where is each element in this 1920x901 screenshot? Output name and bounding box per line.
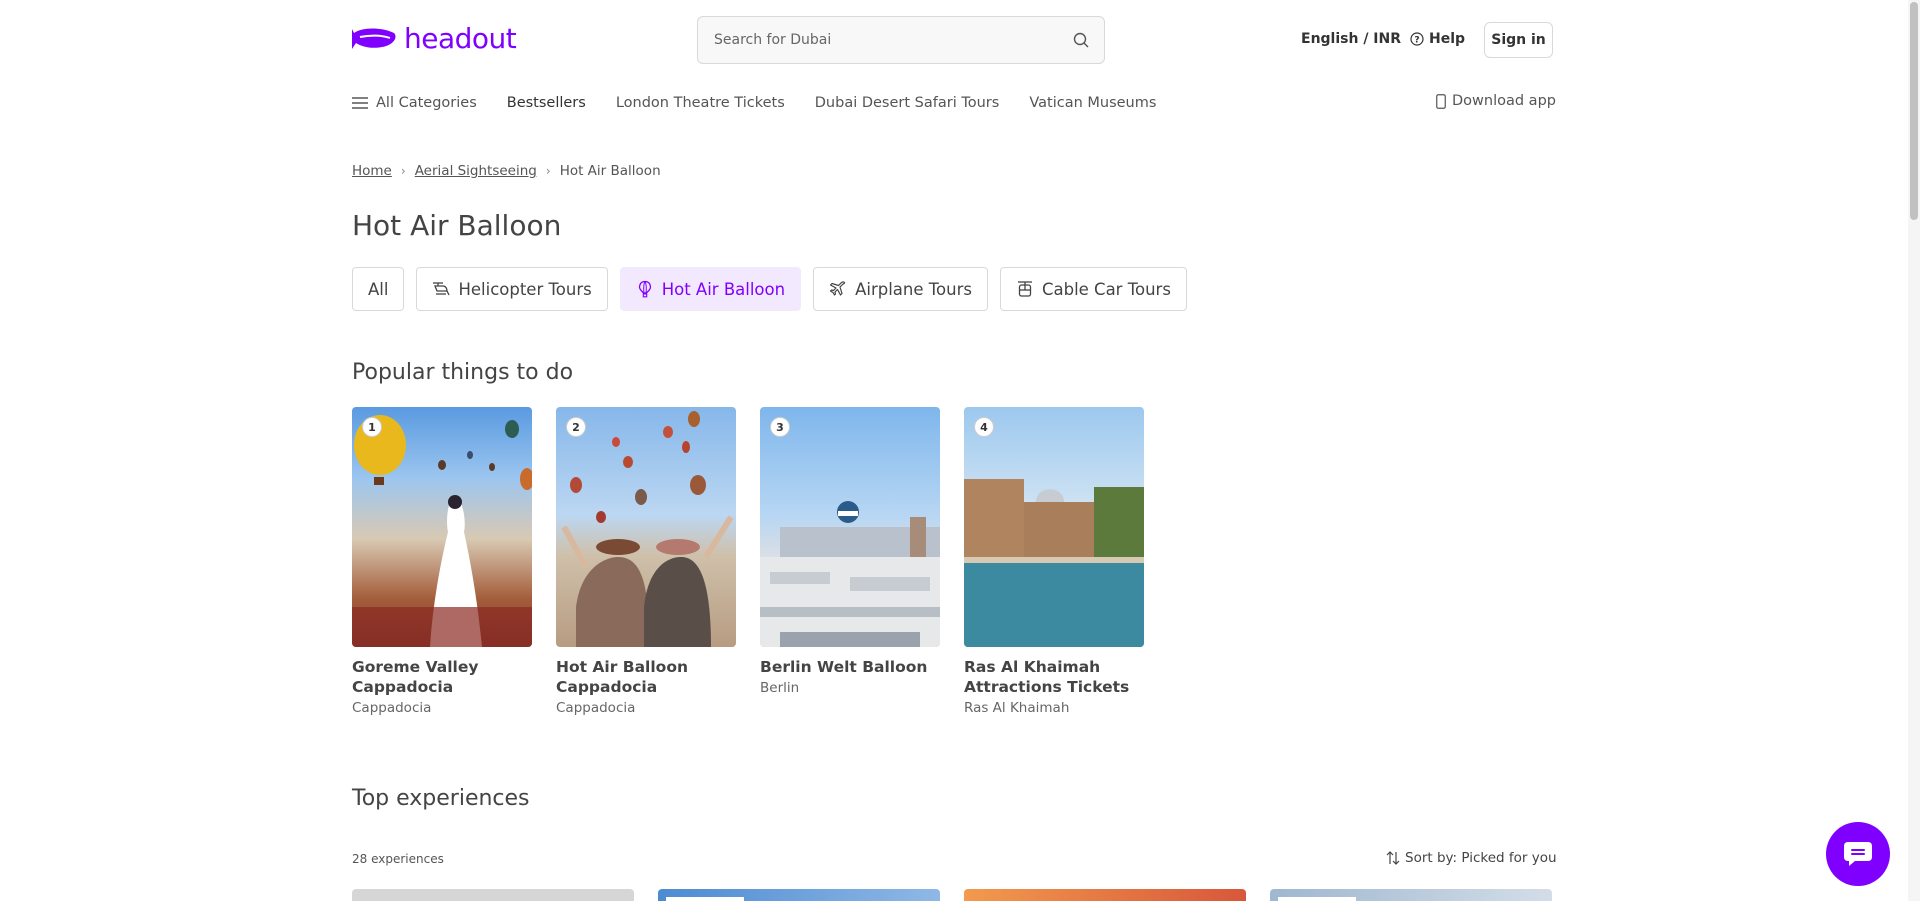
chat-icon (1844, 842, 1872, 866)
nav-item-london-theatre[interactable]: London Theatre Tickets (616, 95, 785, 111)
breadcrumb-home[interactable]: Home (352, 163, 392, 179)
popular-card[interactable]: 3 Berlin Welt Balloon Berlin (760, 407, 940, 716)
sign-in-button[interactable]: Sign in (1484, 22, 1553, 58)
chevron-right-icon: › (545, 164, 551, 178)
sort-icon (1386, 851, 1400, 865)
experience-card-image[interactable] (964, 889, 1246, 901)
nav-item-all-categories[interactable]: All Categories (352, 95, 477, 111)
card-image[interactable]: 3 (760, 407, 940, 647)
chip-airplane-tours[interactable]: Airplane Tours (813, 267, 988, 311)
card-image[interactable]: 4 (964, 407, 1144, 647)
rank-badge: 3 (770, 417, 790, 437)
card-title[interactable]: Hot Air Balloon Cappadocia (556, 657, 736, 697)
breadcrumb-aerial-sightseeing[interactable]: Aerial Sightseeing (415, 163, 537, 179)
card-image[interactable]: 2 (556, 407, 736, 647)
card-location: Cappadocia (556, 700, 636, 716)
nav-item-dubai-desert-safari[interactable]: Dubai Desert Safari Tours (815, 95, 1000, 111)
chip-all[interactable]: All (352, 267, 405, 311)
category-chips: All Helicopter Tours Hot Air Balloon Air… (352, 267, 1187, 311)
cappadocia-photo (352, 415, 532, 647)
chip-cable-car-tours[interactable]: Cable Car Tours (999, 267, 1187, 311)
download-app-link[interactable]: Download app (1436, 93, 1556, 109)
couple-balloons-photo (561, 411, 734, 647)
menu-icon (352, 97, 368, 109)
search-icon[interactable] (1072, 31, 1090, 49)
scrollbar-thumb[interactable] (1910, 2, 1918, 220)
rank-badge: 1 (362, 417, 382, 437)
sort-label: Sort by: Picked for you (1405, 850, 1557, 866)
help-icon: ? (1410, 32, 1424, 46)
cable-car-icon (1017, 281, 1032, 297)
card-image[interactable]: 1 (352, 407, 532, 647)
download-app-label: Download app (1452, 93, 1556, 109)
nav-item-bestsellers[interactable]: Bestsellers (507, 95, 586, 111)
page-title: Hot Air Balloon (352, 209, 562, 242)
chip-label: Cable Car Tours (1041, 279, 1171, 299)
balloon-icon (638, 280, 651, 298)
language-currency-selector[interactable]: English / INR (1301, 31, 1401, 47)
search-bar[interactable] (697, 16, 1105, 64)
card-location: Ras Al Khaimah (964, 700, 1070, 716)
chip-helicopter-tours[interactable]: Helicopter Tours (416, 267, 608, 311)
chip-hot-air-balloon[interactable]: Hot Air Balloon (619, 267, 802, 311)
nav-item-label: All Categories (376, 95, 477, 111)
popular-cards: 1 Goreme Valley Cappadocia Cappadocia 2 … (352, 407, 1144, 716)
helicopter-icon (433, 282, 451, 296)
chevron-right-icon: › (400, 164, 406, 178)
experience-card-image[interactable] (658, 889, 940, 901)
sort-dropdown[interactable]: Sort by: Picked for you (1386, 850, 1557, 866)
berlin-balloon-photo (760, 501, 940, 647)
breadcrumb-current: Hot Air Balloon (559, 163, 661, 179)
headout-logo[interactable]: headout (352, 22, 517, 55)
card-title[interactable]: Goreme Valley Cappadocia (352, 657, 532, 697)
chip-label: Helicopter Tours (458, 279, 592, 299)
phone-icon (1436, 93, 1446, 109)
blimp-logo-icon (352, 28, 396, 49)
experience-card-image[interactable] (352, 889, 634, 901)
experience-count: 28 experiences (352, 852, 444, 866)
popular-card[interactable]: 1 Goreme Valley Cappadocia Cappadocia (352, 407, 532, 716)
search-input[interactable] (714, 32, 1072, 48)
popular-card[interactable]: 4 Ras Al Khaimah Attractions Tickets Ras… (964, 407, 1144, 716)
ras-al-khaimah-photo (964, 479, 1144, 647)
card-title[interactable]: Berlin Welt Balloon (760, 657, 940, 677)
breadcrumb: Home › Aerial Sightseeing › Hot Air Ball… (352, 163, 661, 179)
card-tag (666, 897, 744, 901)
nav-item-vatican-museums[interactable]: Vatican Museums (1029, 95, 1156, 111)
help-label: Help (1429, 31, 1466, 47)
popular-card[interactable]: 2 Hot Air Balloon Cappadocia Cappadocia (556, 407, 736, 716)
rank-badge: 2 (566, 417, 586, 437)
rank-badge: 4 (974, 417, 994, 437)
card-location: Berlin (760, 680, 800, 696)
chip-label: Airplane Tours (855, 279, 972, 299)
popular-section-title: Popular things to do (352, 360, 574, 385)
experience-cards (352, 889, 1552, 901)
card-location: Cappadocia (352, 700, 432, 716)
card-tag (1278, 897, 1356, 901)
category-nav: All Categories Bestsellers London Theatr… (352, 92, 1186, 114)
chip-label: Hot Air Balloon (661, 279, 786, 299)
chip-label: All (368, 279, 389, 299)
experience-card-image[interactable] (1270, 889, 1552, 901)
svg-text:?: ? (1414, 36, 1419, 46)
help-link[interactable]: ? Help (1410, 31, 1465, 47)
card-title[interactable]: Ras Al Khaimah Attractions Tickets (964, 657, 1144, 697)
airplane-icon (829, 281, 846, 296)
brand-name: headout (404, 22, 517, 55)
chat-button[interactable] (1826, 822, 1890, 886)
page-scrollbar[interactable] (1908, 0, 1920, 901)
top-experiences-title: Top experiences (352, 786, 530, 811)
